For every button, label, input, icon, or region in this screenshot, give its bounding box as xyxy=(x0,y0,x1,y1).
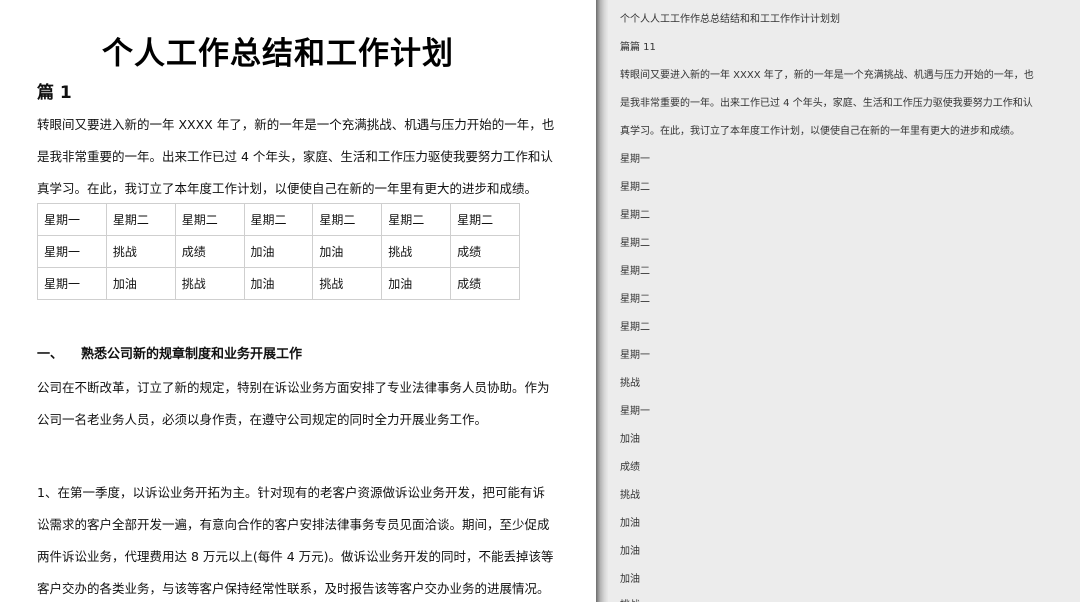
sub-heading: 一、 熟悉公司新的规章制度和业务开展工作 xyxy=(37,343,302,362)
intro-line: 是我非常重要的一年。出来工作已过 4 个年头，家庭、生活和工作压力驱使我要努力工… xyxy=(37,149,553,164)
body-line: 客户交办的各类业务，与该等客户保持经常性联系，及时报告该等客户交办业务的进展情况… xyxy=(37,581,550,596)
panel-line: 挑战 xyxy=(620,378,640,389)
table-row: 星期一 星期二 星期二 星期二 星期二 星期二 星期二 xyxy=(37,203,520,236)
body-line: 讼需求的客户全部开发一遍，有意向合作的客户安排法律事务专员见面洽谈。期间，至少促… xyxy=(37,517,550,532)
table-cell: 星期二 xyxy=(312,203,383,236)
body-line: 两件诉讼业务，代理费用达 8 万元以上(每件 4 万元)。做诉讼业务开发的同时，… xyxy=(37,549,554,564)
table-cell: 星期一 xyxy=(37,203,107,236)
table-cell: 挑战 xyxy=(105,235,176,268)
document-title: 个人工作总结和工作计划 xyxy=(102,36,454,72)
panel-line: 成绩 xyxy=(620,462,640,473)
document-page: 个人工作总结和工作计划 篇 1 转眼间又要进入新的一年 XXXX 年了，新的一年… xyxy=(0,0,596,602)
table-cell: 挑战 xyxy=(174,267,245,300)
panel-line: 真学习。在此，我订立了本年度工作计划，以便使自己在新的一年里有更大的进步和成绩。 xyxy=(620,126,1020,137)
body-line: 公司在不断改革，订立了新的规定，特别在诉讼业务方面安排了专业法律事务人员协助。作… xyxy=(37,380,550,395)
section-heading: 篇 1 xyxy=(37,83,72,103)
table-cell: 加油 xyxy=(381,267,452,300)
table-cell: 星期二 xyxy=(174,203,245,236)
table-cell: 挑战 xyxy=(381,235,452,268)
panel-line: 星期二 xyxy=(620,266,650,277)
table-cell: 加油 xyxy=(243,267,314,300)
table-cell: 星期二 xyxy=(450,203,520,236)
table-cell: 加油 xyxy=(312,235,383,268)
schedule-table: 星期一 星期二 星期二 星期二 星期二 星期二 星期二 星期一 挑战 成绩 加油… xyxy=(37,203,520,300)
panel-line: 星期二 xyxy=(620,210,650,221)
table-cell: 星期一 xyxy=(37,235,107,268)
panel-line: 挑战 xyxy=(620,596,640,602)
table-cell: 星期二 xyxy=(243,203,314,236)
panel-line: 星期二 xyxy=(620,294,650,305)
panel-line: 转眼间又要进入新的一年 XXXX 年了，新的一年是一个充满挑战、机遇与压力开始的… xyxy=(620,70,1034,81)
panel-line: 个个人人工工作作总总结结和和工工作作计计划划 xyxy=(620,14,840,25)
table-cell: 成绩 xyxy=(450,267,520,300)
sub-heading-text: 熟悉公司新的规章制度和业务开展工作 xyxy=(81,347,303,362)
table-cell: 星期二 xyxy=(105,203,176,236)
panel-line: 篇篇 11 xyxy=(620,42,656,53)
intro-line: 真学习。在此，我订立了本年度工作计划，以便使自己在新的一年里有更大的进步和成绩。 xyxy=(37,181,538,196)
panel-line: 挑战 xyxy=(620,490,640,501)
table-row: 星期一 挑战 成绩 加油 加油 挑战 成绩 xyxy=(37,235,520,268)
table-cell: 加油 xyxy=(243,235,314,268)
viewer-stage: 个人工作总结和工作计划 篇 1 转眼间又要进入新的一年 XXXX 年了，新的一年… xyxy=(0,0,1080,602)
panel-line: 加油 xyxy=(620,434,640,445)
panel-line: 是我非常重要的一年。出来工作已过 4 个年头，家庭、生活和工作压力驱使我要努力工… xyxy=(620,98,1033,109)
table-cell: 星期一 xyxy=(37,267,107,300)
intro-line: 转眼间又要进入新的一年 XXXX 年了，新的一年是一个充满挑战、机遇与压力开始的… xyxy=(37,117,555,132)
table-row: 星期一 加油 挑战 加油 挑战 加油 成绩 xyxy=(37,267,520,300)
body-line: 1、在第一季度，以诉讼业务开拓为主。针对现有的老客户资源做诉讼业务开发，把可能有… xyxy=(37,485,545,500)
panel-line: 星期一 xyxy=(620,350,650,361)
table-cell: 成绩 xyxy=(450,235,520,268)
panel-line: 加油 xyxy=(620,546,640,557)
sub-heading-number: 一、 xyxy=(37,347,64,362)
pane-divider[interactable] xyxy=(596,0,608,602)
table-cell: 星期二 xyxy=(381,203,452,236)
panel-line: 加油 xyxy=(620,574,640,585)
panel-line: 星期一 xyxy=(620,154,650,165)
body-line: 公司一名老业务人员，必须以身作责，在遵守公司规定的同时全力开展业务工作。 xyxy=(37,412,488,427)
panel-line: 星期二 xyxy=(620,322,650,333)
table-cell: 加油 xyxy=(105,267,176,300)
panel-line: 星期一 xyxy=(620,406,650,417)
table-cell: 成绩 xyxy=(174,235,245,268)
panel-line: 星期二 xyxy=(620,182,650,193)
table-cell: 挑战 xyxy=(312,267,383,300)
panel-line: 星期二 xyxy=(620,238,650,249)
panel-line: 加油 xyxy=(620,518,640,529)
extracted-text-panel: 个个人人工工作作总总结结和和工工作作计计划划 篇篇 11 转眼间又要进入新的一年… xyxy=(608,0,1080,602)
